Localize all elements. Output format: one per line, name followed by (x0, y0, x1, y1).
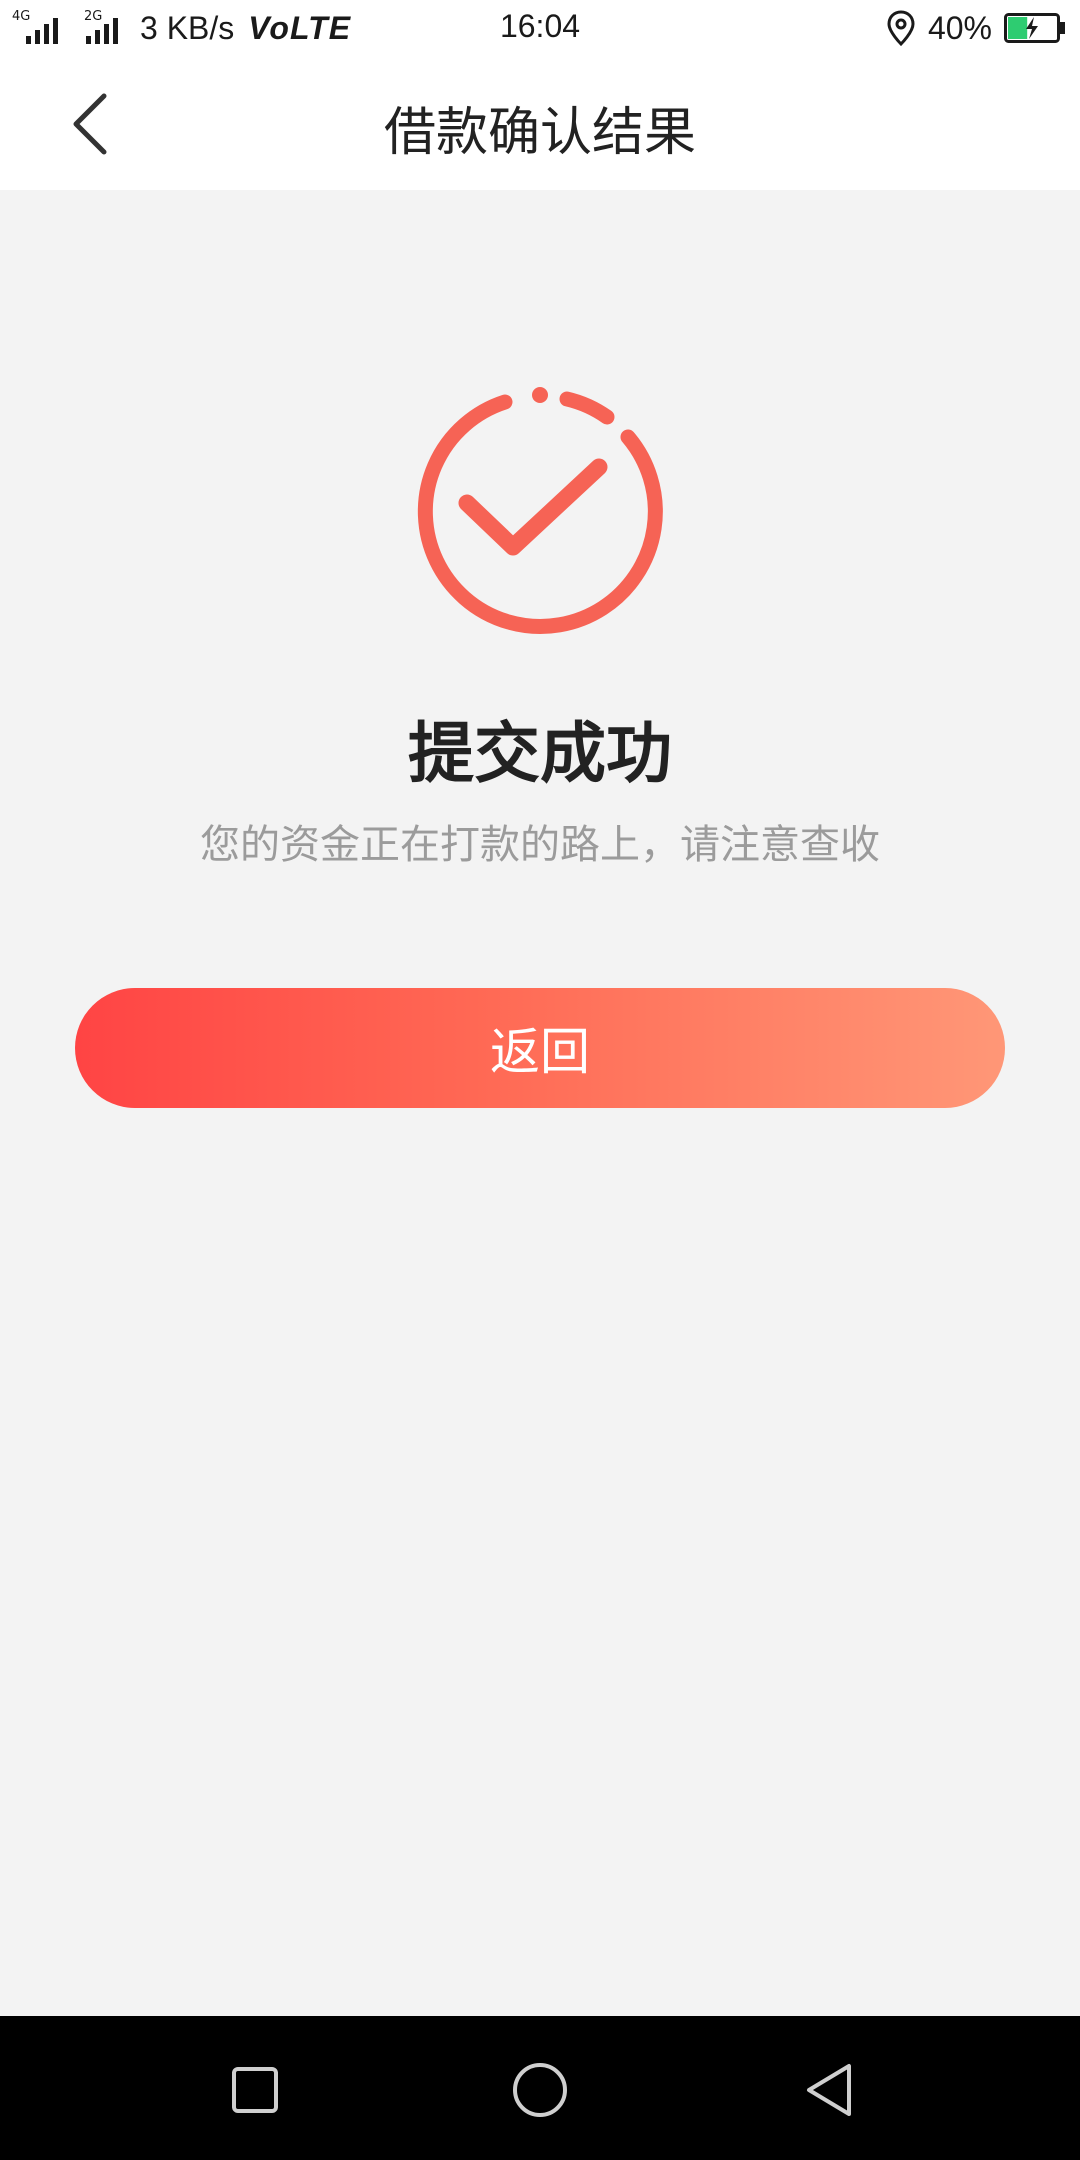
return-button[interactable]: 返回 (75, 988, 1005, 1108)
navigation-bar (0, 2016, 1080, 2160)
location-icon (887, 10, 915, 46)
check-circle-icon (417, 387, 663, 634)
result-title: 提交成功 (408, 715, 672, 792)
status-right: 40% (886, 8, 1066, 48)
battery-charging-icon (1004, 13, 1065, 43)
page-title: 借款确认结果 (383, 103, 696, 163)
result-description: 您的资金正在打款的路上，请注意查收 (200, 822, 880, 868)
square-icon[interactable] (217, 2052, 293, 2128)
circle-icon[interactable] (502, 2052, 578, 2128)
battery-percent: 40% (927, 9, 992, 46)
triangle-back-icon[interactable] (793, 2052, 869, 2128)
page: 4G 2G 3 KB/s VoLTE 16:04 40% 借款确认结果 提交成功… (0, 0, 1080, 2160)
status-bar: 4G 2G 3 KB/s VoLTE 16:04 40% (0, 0, 1080, 56)
header-bar: 借款确认结果 (0, 56, 1080, 190)
